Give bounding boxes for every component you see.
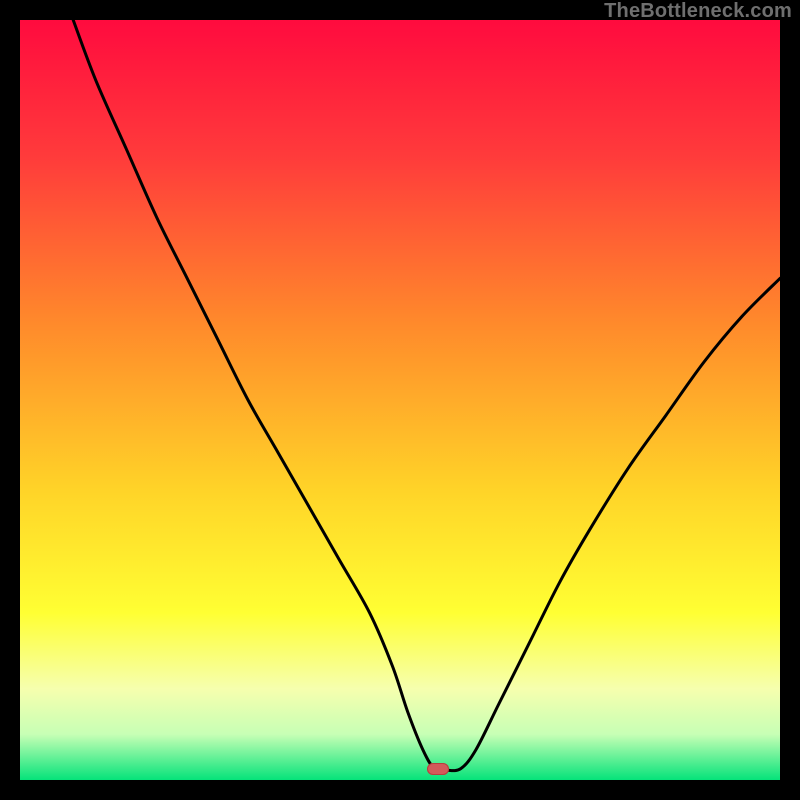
optimum-marker-icon [427, 763, 449, 775]
plot-area [20, 20, 780, 780]
bottleneck-curve [20, 20, 780, 780]
chart-frame: TheBottleneck.com [0, 0, 800, 800]
